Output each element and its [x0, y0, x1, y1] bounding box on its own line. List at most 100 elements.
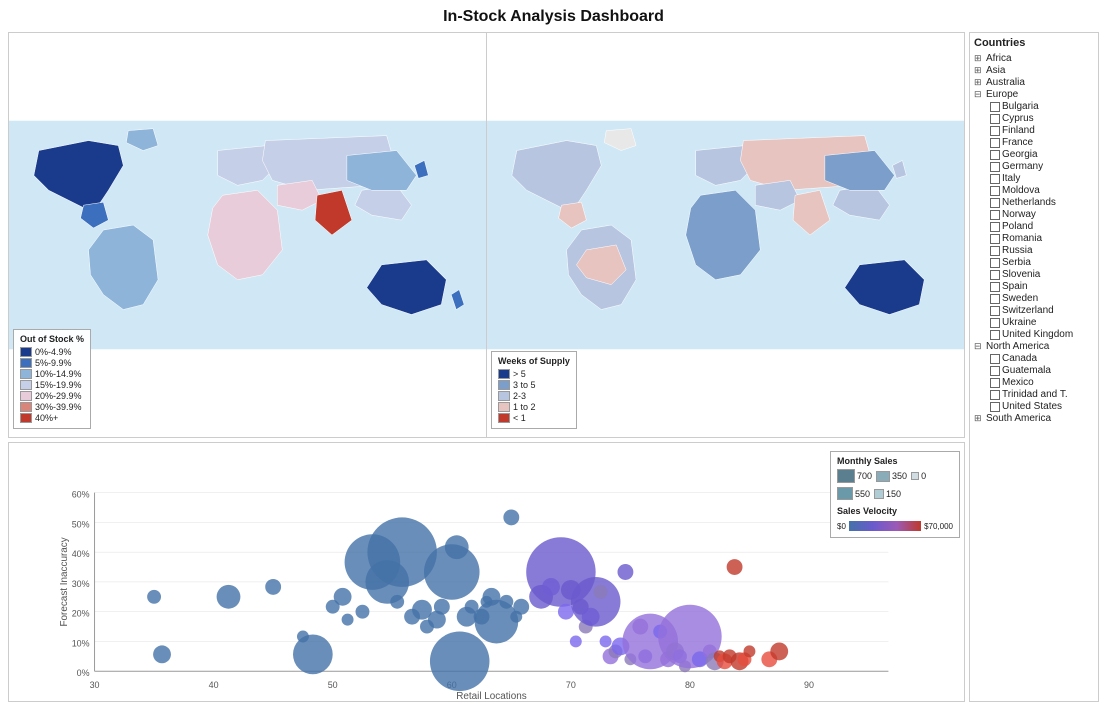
checkbox[interactable]	[990, 270, 1000, 280]
checkbox[interactable]	[990, 174, 1000, 184]
tree-leaf[interactable]: Poland	[990, 221, 1094, 232]
legend-item: > 5	[498, 369, 570, 379]
expand-icon: ⊞	[974, 77, 984, 88]
tree-group: ⊞Australia	[974, 77, 1094, 88]
tree-group: ⊟North AmericaCanadaGuatemalaMexicoTrini…	[974, 341, 1094, 412]
checkbox[interactable]	[990, 318, 1000, 328]
out-of-stock-legend: Out of Stock % 0%-4.9%5%-9.9%10%-14.9%15…	[13, 329, 91, 429]
page-title: In-Stock Analysis Dashboard	[8, 8, 1099, 26]
tree-leaf[interactable]: Russia	[990, 245, 1094, 256]
checkbox[interactable]	[990, 114, 1000, 124]
tree-leaf[interactable]: Serbia	[990, 257, 1094, 268]
svg-text:50%: 50%	[72, 519, 90, 529]
country-label: Russia	[1002, 245, 1033, 256]
country-label: United Kingdom	[1002, 329, 1073, 340]
checkbox[interactable]	[990, 330, 1000, 340]
checkbox[interactable]	[990, 258, 1000, 268]
svg-text:30: 30	[90, 680, 100, 690]
expand-icon: ⊟	[974, 89, 984, 100]
tree-leaf[interactable]: Cyprus	[990, 113, 1094, 124]
tree-leaf[interactable]: Ukraine	[990, 317, 1094, 328]
tree-children: BulgariaCyprusFinlandFranceGeorgiaGerman…	[974, 101, 1094, 340]
tree-leaf[interactable]: Switzerland	[990, 305, 1094, 316]
checkbox[interactable]	[990, 402, 1000, 412]
checkbox[interactable]	[990, 282, 1000, 292]
checkbox[interactable]	[990, 138, 1000, 148]
tree-leaf[interactable]: Trinidad and T.	[990, 389, 1094, 400]
country-label: France	[1002, 137, 1033, 148]
checkbox[interactable]	[990, 306, 1000, 316]
checkbox[interactable]	[990, 294, 1000, 304]
tree-leaf[interactable]: France	[990, 137, 1094, 148]
tree-group-header[interactable]: ⊞South America	[974, 413, 1094, 424]
country-label: Serbia	[1002, 257, 1031, 268]
country-label: Netherlands	[1002, 197, 1056, 208]
tree-leaf[interactable]: Mexico	[990, 377, 1094, 388]
tree-group-header[interactable]: ⊞Africa	[974, 53, 1094, 64]
checkbox[interactable]	[990, 150, 1000, 160]
checkbox[interactable]	[990, 378, 1000, 388]
tree-group-header[interactable]: ⊞Asia	[974, 65, 1094, 76]
legend-item: 15%-19.9%	[20, 380, 84, 390]
weeks-supply-legend: Weeks of Supply > 53 to 52-31 to 2< 1	[491, 351, 577, 429]
checkbox[interactable]	[990, 246, 1000, 256]
tree-leaf[interactable]: Norway	[990, 209, 1094, 220]
tree-leaf[interactable]: Finland	[990, 125, 1094, 136]
legend-700: 700	[837, 469, 872, 483]
tree-leaf[interactable]: United Kingdom	[990, 329, 1094, 340]
legend-item: < 1	[498, 413, 570, 423]
legend-item: 2-3	[498, 391, 570, 401]
checkbox[interactable]	[990, 162, 1000, 172]
velocity-gradient	[849, 521, 921, 531]
tree-leaf[interactable]: Georgia	[990, 149, 1094, 160]
checkbox[interactable]	[990, 102, 1000, 112]
tree-leaf[interactable]: Canada	[990, 353, 1094, 364]
expand-icon: ⊞	[974, 65, 984, 76]
svg-text:60%: 60%	[72, 490, 90, 500]
legend-item: 3 to 5	[498, 380, 570, 390]
checkbox[interactable]	[990, 198, 1000, 208]
tree-group-header[interactable]: ⊞Australia	[974, 77, 1094, 88]
country-label: Cyprus	[1002, 113, 1034, 124]
tree-leaf[interactable]: Guatemala	[990, 365, 1094, 376]
country-label: Poland	[1002, 221, 1033, 232]
group-label: Australia	[986, 77, 1025, 88]
tree-leaf[interactable]: Moldova	[990, 185, 1094, 196]
countries-sidebar: Countries ⊞Africa⊞Asia⊞Australia⊟EuropeB…	[969, 32, 1099, 702]
tree-leaf[interactable]: Sweden	[990, 293, 1094, 304]
tree-leaf[interactable]: Spain	[990, 281, 1094, 292]
out-of-stock-map: Out of Stock % 0%-4.9%5%-9.9%10%-14.9%15…	[9, 33, 487, 437]
country-label: Italy	[1002, 173, 1020, 184]
checkbox[interactable]	[990, 186, 1000, 196]
tree-group-header[interactable]: ⊟North America	[974, 341, 1094, 352]
checkbox[interactable]	[990, 126, 1000, 136]
tree-leaf[interactable]: Bulgaria	[990, 101, 1094, 112]
tree-leaf[interactable]: Netherlands	[990, 197, 1094, 208]
charts-area: Out of Stock % 0%-4.9%5%-9.9%10%-14.9%15…	[8, 32, 965, 702]
sidebar-title: Countries	[974, 37, 1094, 49]
main-content: Out of Stock % 0%-4.9%5%-9.9%10%-14.9%15…	[8, 32, 1099, 702]
country-label: Norway	[1002, 209, 1036, 220]
country-label: Georgia	[1002, 149, 1038, 160]
group-label: Asia	[986, 65, 1005, 76]
tree-leaf[interactable]: Germany	[990, 161, 1094, 172]
velocity-row: $0 $70,000	[837, 519, 953, 533]
checkbox[interactable]	[990, 222, 1000, 232]
group-label: North America	[986, 341, 1049, 352]
group-label: South America	[986, 413, 1051, 424]
svg-text:10%: 10%	[72, 638, 90, 648]
checkbox[interactable]	[990, 210, 1000, 220]
legend-550: 550	[837, 487, 870, 500]
tree-leaf[interactable]: Slovenia	[990, 269, 1094, 280]
tree-leaf[interactable]: Italy	[990, 173, 1094, 184]
tree-group-header[interactable]: ⊟Europe	[974, 89, 1094, 100]
tree-leaf[interactable]: Romania	[990, 233, 1094, 244]
country-label: Mexico	[1002, 377, 1034, 388]
monthly-sales-legend: Monthly Sales 700 350 0	[830, 451, 960, 538]
checkbox[interactable]	[990, 234, 1000, 244]
tree-group: ⊟EuropeBulgariaCyprusFinlandFranceGeorgi…	[974, 89, 1094, 340]
checkbox[interactable]	[990, 390, 1000, 400]
tree-leaf[interactable]: United States	[990, 401, 1094, 412]
checkbox[interactable]	[990, 354, 1000, 364]
checkbox[interactable]	[990, 366, 1000, 376]
